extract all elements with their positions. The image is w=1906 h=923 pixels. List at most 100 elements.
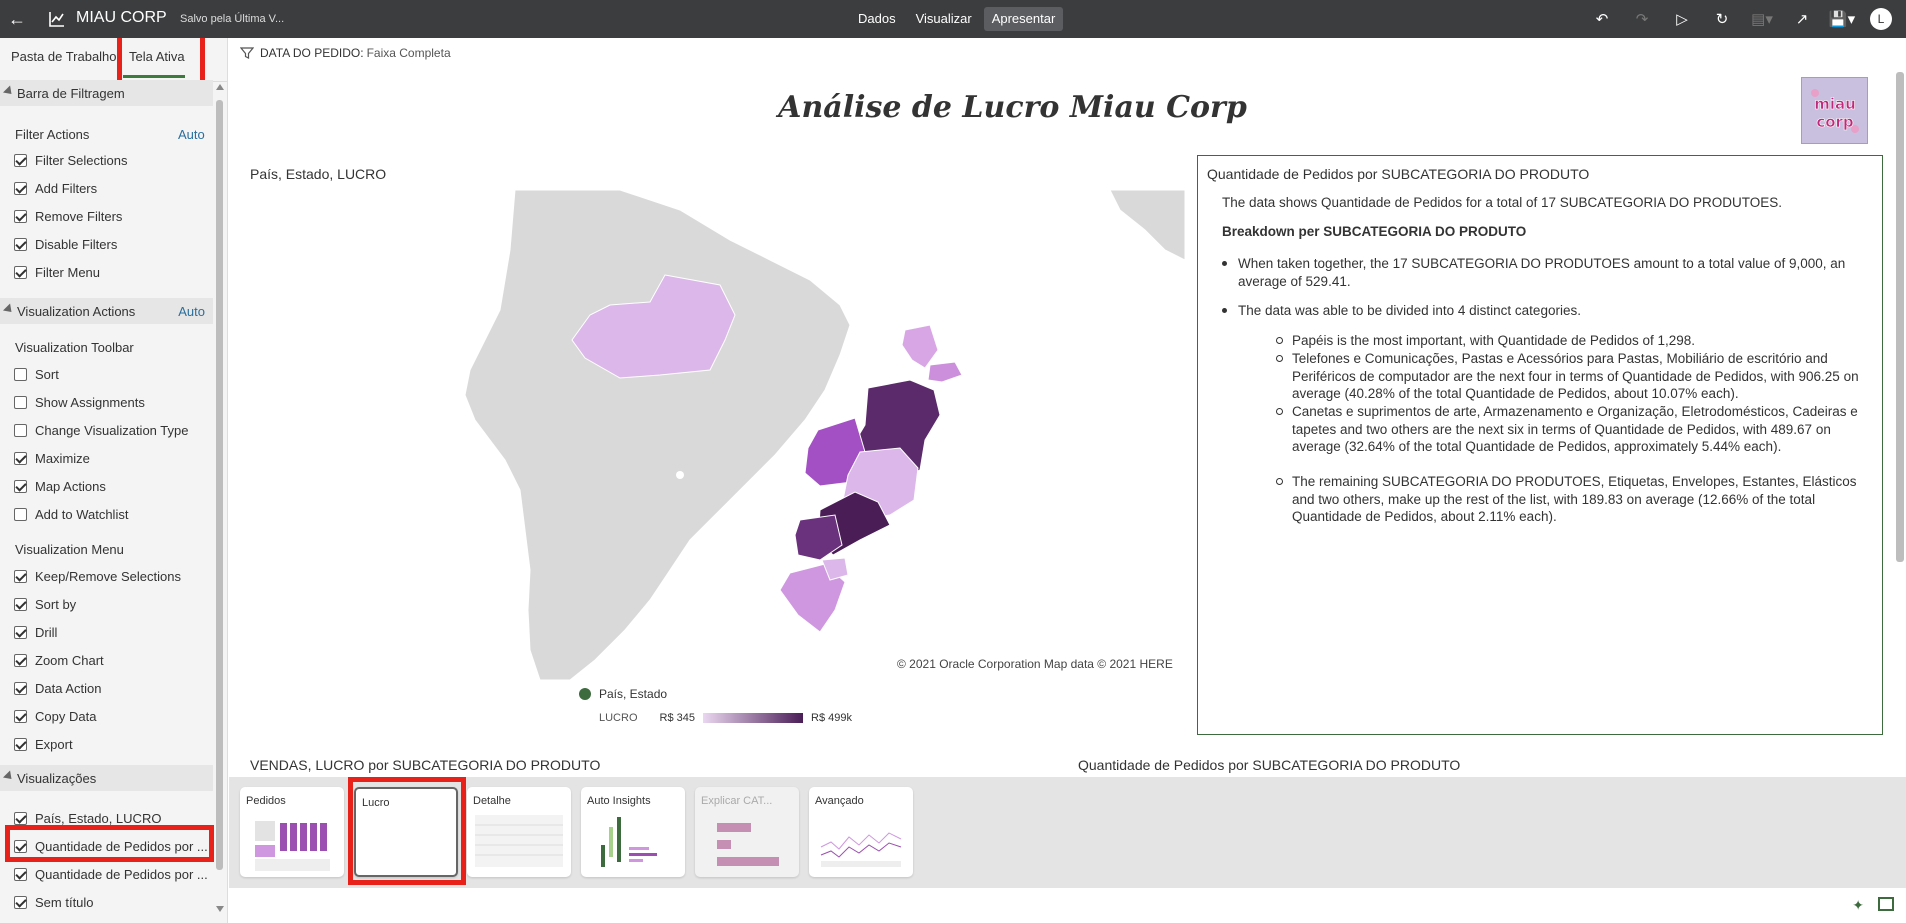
checkbox-checked-icon[interactable] [14,681,27,695]
logo-graphic: miau corp [1810,88,1859,133]
checkbox-checked-icon[interactable] [14,181,27,195]
svg-text:miau: miau [1814,95,1856,113]
checkbox-checked-icon[interactable] [14,597,27,611]
section-filterbar[interactable]: Barra de Filtragem [0,80,213,106]
section-visualizations[interactable]: Visualizações [0,765,213,791]
checkbox-checked-icon[interactable] [14,265,27,279]
checkbox-checked-icon[interactable] [14,569,27,583]
save-icon[interactable]: 💾▾ [1822,0,1862,38]
filter-actions-auto[interactable]: Auto [178,127,205,142]
viz-actions-auto[interactable]: Auto [178,304,205,319]
filter-actions-label: Filter Actions [15,127,90,142]
map-lake [676,471,684,479]
canvas-scrollbar[interactable] [1896,72,1904,562]
mode-visualizar[interactable]: Visualizar [908,7,980,31]
export-icon[interactable]: ↗ [1782,0,1822,38]
refresh-data-icon[interactable]: ↻ [1702,0,1742,38]
checkbox-label: Filter Selections [35,152,128,168]
canvas-thumb-auto-insights[interactable]: Auto Insights [581,787,685,877]
undo-icon[interactable]: ↶ [1582,0,1622,38]
checkbox-row[interactable]: Sort [14,364,59,384]
checkbox-row[interactable]: Maximize [14,448,90,468]
checkbox-label: Remove Filters [35,208,123,224]
canvas-thumb-explicar[interactable]: Explicar CAT... [695,787,799,877]
legend-gradient [703,713,803,723]
checkbox-row[interactable]: Remove Filters [14,206,122,226]
thumb-preview [717,823,779,866]
checkbox-row[interactable]: Filter Menu [14,262,100,282]
checkbox-label: Show Assignments [35,394,145,410]
brazil-map[interactable] [250,190,1185,680]
viz-menu-title: Visualization Menu [15,542,124,557]
checkbox-row[interactable]: Filter Selections [14,150,127,170]
checkbox-checked-icon[interactable] [14,867,27,881]
checkbox-row[interactable]: Change Visualization Type [14,420,188,440]
map-state-ceara [901,324,939,369]
checkbox-row[interactable]: Sort by [14,594,76,614]
checkbox-checked-icon[interactable] [14,737,27,751]
checkbox-row[interactable]: Add to Watchlist [14,504,128,524]
checkbox-label: Copy Data [35,708,97,724]
checkbox-row[interactable]: Sem título [14,892,94,912]
checkbox-unchecked-icon[interactable] [14,367,27,381]
mode-dados[interactable]: Dados [850,7,904,31]
checkbox-checked-icon[interactable] [14,237,27,251]
checkbox-row[interactable]: Map Actions [14,476,106,496]
checkbox-unchecked-icon[interactable] [14,395,27,409]
checkbox-row[interactable]: Export [14,734,73,754]
legend-series-label: País, Estado [599,687,668,701]
checkbox-checked-icon[interactable] [14,895,27,909]
checkbox-unchecked-icon[interactable] [14,507,27,521]
toolbar: ↶ ↷ ▷ ↻ ▤▾ ↗ 💾▾ L [1582,0,1906,38]
checkbox-unchecked-icon[interactable] [14,423,27,437]
checkbox-row[interactable]: Keep/Remove Selections [14,566,181,586]
checkbox-label: Keep/Remove Selections [35,568,181,584]
back-arrow-icon[interactable]: ← [6,8,28,30]
insight-bullet: The data was able to be divided into 4 d… [1222,302,1868,320]
canvas-thumb-avancado[interactable]: Avançado [809,787,913,877]
collapse-triangle-icon [2,770,16,783]
panel-toggle-icon[interactable] [1878,897,1894,911]
section-title: Visualization Actions [17,304,136,319]
scroll-up-icon[interactable] [216,84,224,90]
checkbox-checked-icon[interactable] [14,811,27,825]
checkbox-row[interactable]: Data Action [14,678,102,698]
filter-value[interactable]: Faixa Completa [367,46,451,60]
checkbox-checked-icon[interactable] [14,625,27,639]
insight-panel[interactable]: Quantidade de Pedidos por SUBCATEGORIA D… [1197,155,1883,735]
panel-scrollbar[interactable] [216,100,223,870]
insight-sub-bullet: Telefones e Comunicações, Pastas e Acess… [1276,350,1882,403]
collapse-triangle-icon [2,303,16,316]
redo-icon[interactable]: ↷ [1622,0,1662,38]
canvas-thumb-pedidos[interactable]: Pedidos [240,787,344,877]
checkbox-checked-icon[interactable] [14,709,27,723]
checkbox-checked-icon[interactable] [14,209,27,223]
checkbox-checked-icon[interactable] [14,479,27,493]
checkbox-row[interactable]: Show Assignments [14,392,145,412]
section-viz-actions[interactable]: Visualization Actions Auto [0,298,213,324]
checkbox-row[interactable]: Zoom Chart [14,650,104,670]
tab-pasta-de-trabalho[interactable]: Pasta de Trabalho [11,49,117,64]
checkbox-checked-icon[interactable] [14,653,27,667]
filter-bar[interactable]: DATA DO PEDIDO: Faixa Completa [240,46,451,60]
map-title: País, Estado, LUCRO [250,166,387,182]
checkbox-row[interactable]: Quantidade de Pedidos por ... [14,864,208,884]
checkbox-label: Add Filters [35,180,98,196]
filter-label: DATA DO PEDIDO: [260,46,364,60]
checkbox-checked-icon[interactable] [14,451,27,465]
comment-icon[interactable]: ▤▾ [1742,0,1782,38]
magic-wand-icon[interactable]: ✦ [1852,897,1864,914]
checkbox-row[interactable]: Copy Data [14,706,96,726]
checkbox-row[interactable]: Add Filters [14,178,97,198]
checkbox-row[interactable]: Drill [14,622,57,642]
scroll-down-icon[interactable] [216,906,224,912]
mode-apresentar[interactable]: Apresentar [983,7,1064,31]
thumb-preview [601,817,657,867]
canvas-thumb-detalhe[interactable]: Detalhe [467,787,571,877]
play-icon[interactable]: ▷ [1662,0,1702,38]
viz-toolbar-title: Visualization Toolbar [15,340,134,355]
checkbox-checked-icon[interactable] [14,153,27,167]
checkbox-row[interactable]: Disable Filters [14,234,117,254]
insight-sub-bullet: The remaining SUBCATEGORIA DO PRODUTOES,… [1276,473,1882,526]
avatar[interactable]: L [1870,8,1892,30]
